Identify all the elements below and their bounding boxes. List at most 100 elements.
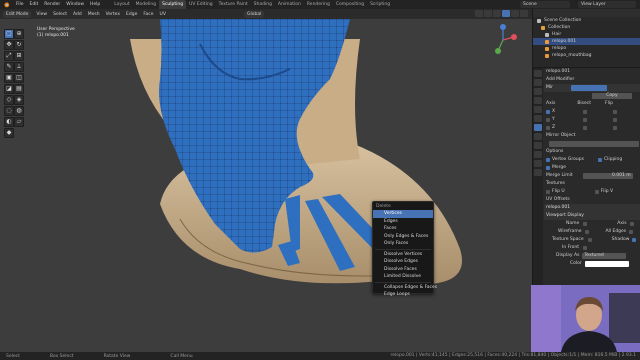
menu-window[interactable]: Window [63, 0, 87, 9]
wireframe-checkbox[interactable] [585, 230, 590, 234]
tab-rendering[interactable]: Rendering [304, 0, 333, 9]
name-checkbox[interactable] [583, 222, 588, 226]
menu-file[interactable]: File [13, 0, 27, 9]
3d-viewport[interactable]: User Perspective (1) relopo.001 ▢ ⊕ ✥ ↻ ⤢ ⊞… [0, 19, 532, 352]
menu-uv[interactable]: UV [157, 12, 169, 17]
axis-x-checkbox[interactable] [546, 110, 550, 114]
menu-item-only-edges-faces[interactable]: Only Edges & Faces [373, 233, 433, 241]
bisect-z-checkbox[interactable] [583, 126, 588, 130]
tab-uv-editing[interactable]: UV Editing [186, 0, 215, 9]
menu-item-only-faces[interactable]: Only Faces [373, 240, 433, 248]
color-swatch[interactable] [584, 261, 629, 267]
blender-logo-icon[interactable] [2, 1, 10, 8]
outliner-row[interactable]: Hair [533, 31, 640, 38]
menu-render[interactable]: Render [41, 0, 63, 9]
menu-item-dissolve-edges[interactable]: Dissolve Edges [373, 258, 433, 266]
menu-edit[interactable]: Edit [27, 0, 42, 9]
inset-tool-icon[interactable]: ◫ [14, 73, 24, 83]
bisect-y-checkbox[interactable] [582, 118, 587, 122]
menu-view[interactable]: View [33, 12, 50, 17]
modifier-tab-icon[interactable] [534, 124, 542, 131]
clipping-checkbox[interactable] [597, 158, 602, 162]
outliner-row[interactable]: relopo.001 [533, 38, 640, 45]
merge-checkbox[interactable] [546, 166, 550, 170]
flip-u-checkbox[interactable] [546, 190, 550, 194]
navigation-gizmo-icon[interactable] [486, 23, 520, 57]
object-tab-icon[interactable] [534, 115, 542, 122]
menu-item-edges[interactable]: Edges [373, 218, 433, 226]
menu-item-collapse-edges-faces[interactable]: Collapse Edges & Faces [373, 284, 437, 292]
tab-scripting[interactable]: Scripting [367, 0, 393, 9]
wireframe-shading-icon[interactable] [493, 10, 501, 17]
axis-y-checkbox[interactable] [546, 118, 550, 122]
shear-tool-icon[interactable]: ▱ [14, 117, 24, 127]
tab-animation[interactable]: Animation [275, 0, 304, 9]
data-tab-icon[interactable] [534, 160, 542, 167]
smooth-tool-icon[interactable]: ◍ [14, 106, 24, 116]
merge-limit-field[interactable]: 0.001 m [582, 173, 633, 179]
rotate-tool-icon[interactable]: ↻ [14, 40, 24, 50]
menu-face[interactable]: Face [140, 12, 156, 17]
outliner-row[interactable]: relopo_mouthbag [533, 52, 640, 59]
transform-tool-icon[interactable]: ⊞ [14, 51, 24, 61]
bevel-tool-icon[interactable]: ◪ [4, 84, 14, 94]
mode-dropdown[interactable]: Edit Mode [3, 10, 32, 18]
axis-z-checkbox[interactable] [546, 126, 550, 130]
menu-item-faces[interactable]: Faces [373, 225, 433, 233]
spin-tool-icon[interactable]: ◌ [4, 106, 14, 116]
scene-selector[interactable]: Scene [520, 1, 570, 8]
bisect-x-checkbox[interactable] [583, 110, 588, 114]
all-edges-checkbox[interactable] [629, 230, 634, 234]
menu-add[interactable]: Add [70, 12, 85, 17]
scene-tab-icon[interactable] [534, 97, 542, 104]
solid-shading-icon[interactable] [502, 10, 510, 17]
view-layer-selector[interactable]: View Layer [578, 1, 636, 8]
menu-help[interactable]: Help [87, 0, 103, 9]
poly-build-tool-icon[interactable]: ◈ [14, 95, 24, 105]
constraints-tab-icon[interactable] [534, 151, 542, 158]
measure-tool-icon[interactable]: ⟂ [14, 62, 24, 72]
outliner-row[interactable]: Scene Collection [533, 17, 640, 24]
outliner-row[interactable]: relopo [533, 45, 640, 52]
scale-tool-icon[interactable]: ⤢ [4, 51, 14, 61]
menu-item-dissolve-faces[interactable]: Dissolve Faces [373, 266, 433, 274]
menu-item-dissolve-vertices[interactable]: Dissolve Vertices [373, 251, 433, 259]
rendered-shading-icon[interactable] [520, 10, 528, 17]
extrude-tool-icon[interactable]: ▣ [4, 73, 14, 83]
vertex-groups-checkbox[interactable] [546, 158, 550, 162]
loop-cut-tool-icon[interactable]: ▤ [14, 84, 24, 94]
physics-tab-icon[interactable] [534, 142, 542, 149]
tab-compositing[interactable]: Compositing [333, 0, 367, 9]
menu-vertex[interactable]: Vertex [103, 12, 123, 17]
in-front-checkbox[interactable] [583, 246, 587, 250]
flip-y-checkbox[interactable] [612, 118, 617, 122]
texture-space-checkbox[interactable] [587, 238, 592, 242]
viewport-display-header[interactable]: Viewport Display [544, 212, 640, 220]
orientation-dropdown[interactable]: Global [244, 10, 265, 18]
modifier-name[interactable]: Mir [546, 84, 553, 92]
output-tab-icon[interactable] [534, 88, 542, 95]
particles-tab-icon[interactable] [534, 133, 542, 140]
menu-item-vertices[interactable]: Vertices [373, 210, 433, 218]
mirror-object-field[interactable] [549, 141, 639, 147]
add-modifier-button[interactable]: Add Modifier [546, 76, 574, 84]
flip-v-checkbox[interactable] [594, 190, 599, 194]
render-tab-icon[interactable] [534, 79, 542, 86]
display-as-dropdown[interactable]: Textured [582, 253, 627, 259]
shrink-tool-icon[interactable]: ◐ [4, 117, 14, 127]
tab-layout[interactable]: Layout [111, 0, 132, 9]
menu-item-limited-dissolve[interactable]: Limited Dissolve [373, 273, 433, 281]
shadow-checkbox[interactable] [632, 238, 637, 242]
tab-modeling[interactable]: Modeling [133, 0, 159, 9]
tab-texture-paint[interactable]: Texture Paint [216, 0, 251, 9]
select-box-tool-icon[interactable]: ▢ [4, 29, 14, 39]
modifier-toggles[interactable] [570, 85, 607, 91]
menu-mesh[interactable]: Mesh [85, 12, 103, 17]
world-tab-icon[interactable] [534, 106, 542, 113]
material-shading-icon[interactable] [511, 10, 519, 17]
menu-select[interactable]: Select [50, 12, 70, 17]
overlay-icon[interactable] [475, 10, 483, 17]
annotate-tool-icon[interactable]: ✎ [4, 62, 14, 72]
move-tool-icon[interactable]: ✥ [4, 40, 14, 50]
material-tab-icon[interactable] [534, 169, 542, 176]
